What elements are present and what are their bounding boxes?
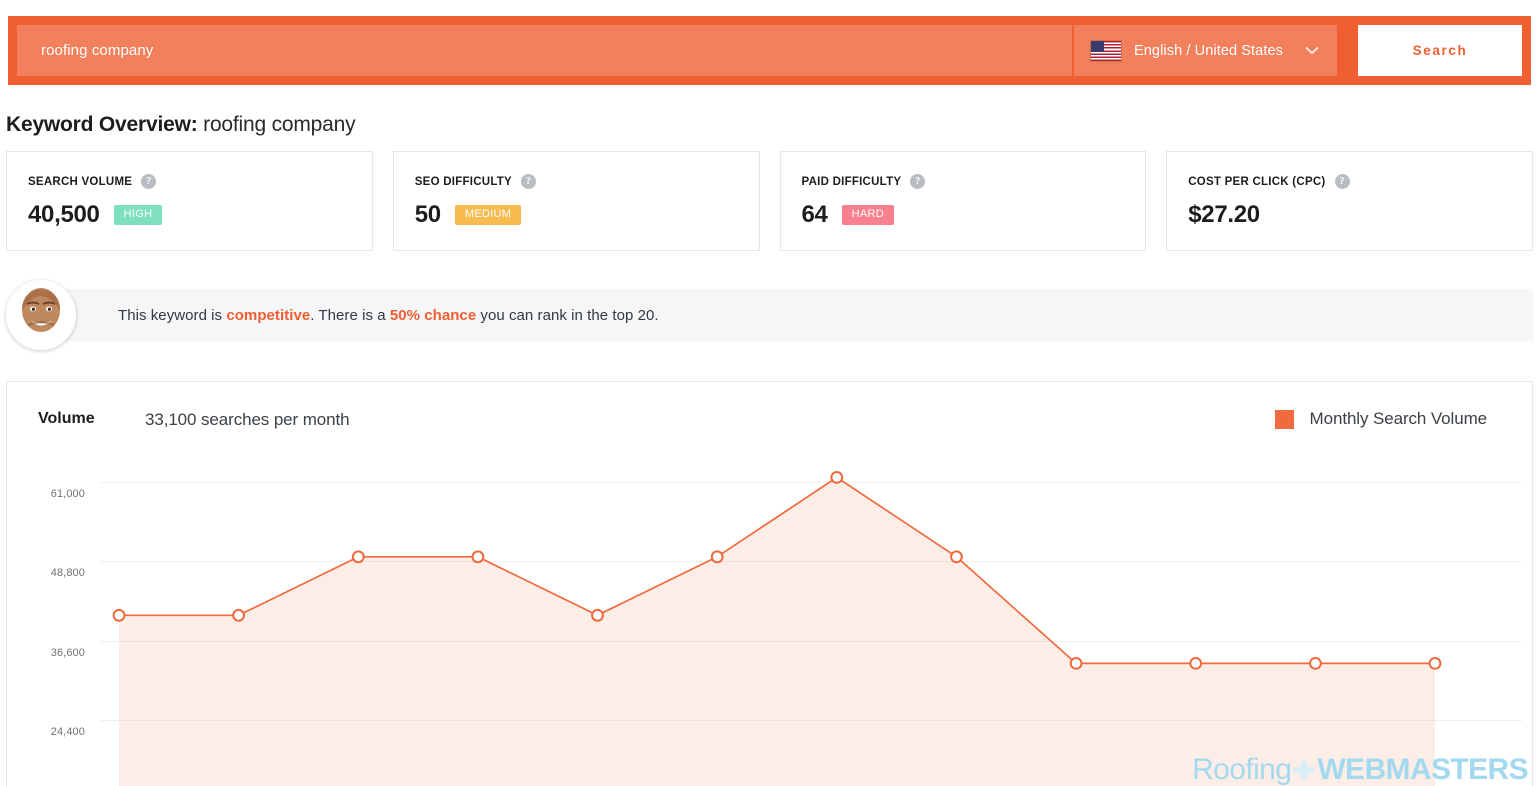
chart-data-point[interactable]: [112, 608, 126, 622]
chart-data-point[interactable]: [830, 471, 844, 484]
metric-label: SEARCH VOLUME ?: [28, 174, 372, 189]
chart-data-point[interactable]: [351, 550, 365, 564]
metric-label: COST PER CLICK (CPC) ?: [1188, 174, 1532, 189]
help-circle-icon[interactable]: ?: [141, 174, 157, 189]
metric-row: $27.20: [1188, 201, 1532, 229]
status-badge: MEDIUM: [454, 205, 522, 225]
help-circle-icon[interactable]: ?: [910, 174, 926, 189]
legend-label: Monthly Search Volume: [1309, 409, 1488, 428]
search-button[interactable]: Search: [1358, 25, 1522, 76]
search-input[interactable]: [17, 25, 1072, 76]
us-flag-icon: [1091, 40, 1121, 61]
tip-banner: This keyword is competitive. There is a …: [0, 278, 1539, 358]
chart-data-point[interactable]: [1428, 657, 1442, 670]
tip-part-1: This keyword is: [118, 306, 227, 324]
chart-data-point[interactable]: [1069, 657, 1083, 670]
chart-data-point[interactable]: [710, 550, 724, 564]
metric-card-seo-difficulty: SEO DIFFICULTY ? 50 MEDIUM: [392, 151, 760, 251]
chart-data-point[interactable]: [591, 608, 604, 622]
metric-row: 40,500 HIGH: [28, 201, 372, 229]
status-badge: HARD: [841, 205, 894, 225]
metric-card-paid-difficulty: PAID DIFFICULTY ? 64 HARD: [779, 151, 1147, 251]
metric-value: 40,500: [28, 201, 100, 228]
metric-card-search-volume: SEARCH VOLUME ? 40,500 HIGH: [6, 151, 373, 251]
metric-row: 50 MEDIUM: [415, 201, 759, 229]
chart-legend[interactable]: Monthly Search Volume: [1274, 409, 1488, 429]
chevron-down-icon: [1305, 44, 1319, 57]
chart-header: Volume 33,100 searches per month Monthly…: [7, 382, 1532, 452]
chart-area-fill: [119, 477, 1435, 786]
chart-data-point[interactable]: [471, 550, 485, 564]
help-circle-icon[interactable]: ?: [1334, 174, 1350, 189]
language-label: English / United States: [1134, 42, 1283, 59]
metric-value: 64: [801, 201, 828, 228]
metric-label-text: SEO DIFFICULTY: [414, 175, 512, 188]
tip-message: This keyword is competitive. There is a …: [64, 289, 1533, 341]
tip-text: This keyword is competitive. There is a …: [118, 307, 659, 324]
tip-part-2: . There is a: [310, 306, 390, 324]
volume-chart-panel: Volume 33,100 searches per month Monthly…: [6, 381, 1533, 786]
metric-label: PAID DIFFICULTY ?: [802, 174, 1146, 189]
page-title: Keyword Overview: roofing company: [6, 113, 356, 137]
chart-series-line: [112, 471, 1442, 786]
page-title-prefix: Keyword Overview:: [6, 113, 198, 136]
status-badge: HIGH: [113, 205, 163, 225]
metric-value: 50: [414, 201, 441, 228]
help-circle-icon[interactable]: ?: [520, 174, 536, 189]
metric-value: $27.20: [1188, 201, 1260, 228]
tip-part-3: you can rank in the top 20.: [476, 306, 659, 324]
chart-data-point[interactable]: [950, 550, 963, 564]
chart-data-point[interactable]: [232, 608, 246, 622]
chart-data-point[interactable]: [1309, 657, 1322, 670]
metric-card-cost-per-click: COST PER CLICK (CPC) ? $27.20: [1166, 151, 1533, 251]
metric-row: 64 HARD: [802, 201, 1146, 229]
metric-label: SEO DIFFICULTY ?: [415, 174, 759, 189]
chart-title: Volume: [38, 410, 95, 427]
metric-cards: SEARCH VOLUME ? 40,500 HIGH SEO DIFFICUL…: [6, 151, 1533, 251]
metric-label-text: PAID DIFFICULTY: [801, 175, 902, 188]
legend-swatch-icon: [1274, 409, 1294, 429]
metric-label-text: SEARCH VOLUME: [28, 175, 133, 188]
search-bar: English / United States Search: [8, 16, 1531, 85]
chart-subtitle: 33,100 searches per month: [145, 410, 350, 429]
page-title-keyword: roofing company: [203, 113, 356, 136]
metric-label-text: COST PER CLICK (CPC): [1188, 175, 1326, 188]
tip-highlight-competitive: competitive: [226, 306, 311, 324]
tip-highlight-chance: 50% chance: [389, 306, 477, 324]
language-selector[interactable]: English / United States: [1072, 25, 1337, 76]
chart-data-point[interactable]: [1189, 657, 1203, 670]
user-avatar: [6, 280, 76, 350]
chart-plot-area: 61,000 48,800 36,600 24,400 Roofing WEBMAST…: [7, 452, 1532, 786]
